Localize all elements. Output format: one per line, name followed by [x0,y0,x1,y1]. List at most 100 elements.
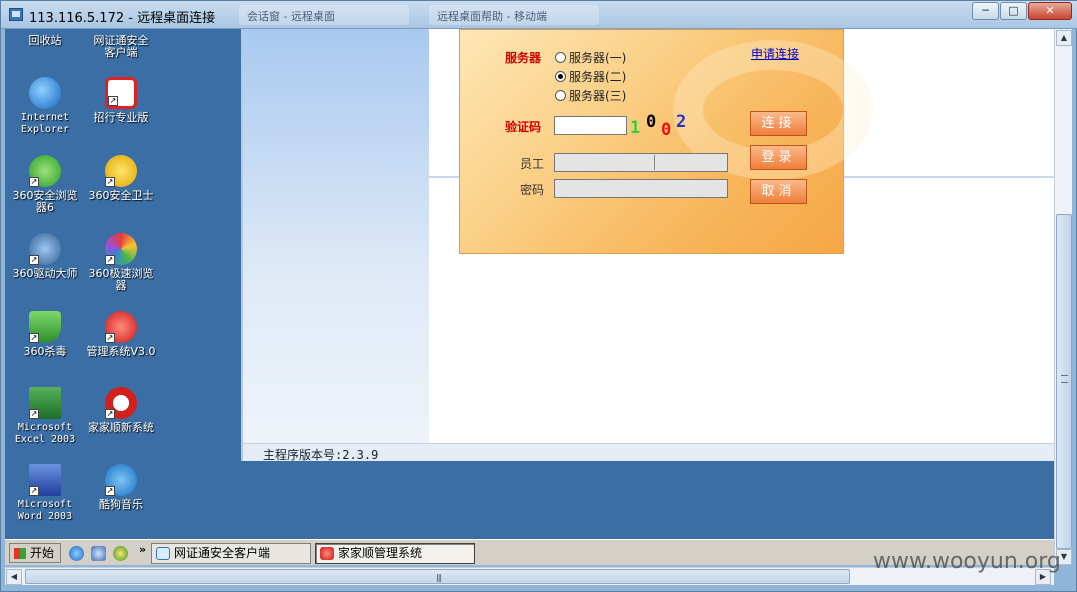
management-system-icon: ↗ [105,311,137,343]
server-label: 服务器 [505,51,542,65]
windows-flag-icon [14,548,26,559]
360-speed-browser-icon: ↗ [105,233,137,265]
password-input[interactable] [554,179,728,198]
close-button[interactable]: ✕ [1028,2,1072,20]
maximize-button[interactable]: □ [1000,2,1027,20]
desktop-icon-360-safe[interactable]: ↗ 360安全卫士 [83,155,159,202]
quicklaunch-ie-icon[interactable] [69,546,84,561]
desktop-icon-label: 360杀毒 [23,345,67,358]
radio-icon [555,90,566,101]
kugou-icon: ↗ [105,464,137,496]
scroll-grip-icon [1061,375,1068,383]
server-option-label: 服务器(二) [569,70,627,84]
apply-connection-link[interactable]: 申请连接 [751,45,799,62]
login-button[interactable]: 登录 [750,145,807,170]
desktop-icon-360-antivirus[interactable]: ↗ 360杀毒 [7,311,83,358]
desktop-icon-label: 360驱动大师 [12,267,78,280]
scroll-grip-icon: ||| [436,573,442,582]
app-left-panel [243,29,429,443]
captcha-label: 验证码 [505,120,542,134]
captcha-digit-2: 0 [646,112,657,132]
captcha-input[interactable] [554,116,627,135]
360-driver-icon: ↗ [29,233,61,265]
desktop-icon-label: 网证通安全客户端 [93,34,149,59]
server-option-2[interactable]: 服务器(二) [555,68,626,85]
360-antivirus-icon: ↗ [29,311,61,343]
desktop-icon-label: 回收站 [28,34,62,47]
desktop-icon-kugou[interactable]: ↗ 酷狗音乐 [83,464,159,511]
cancel-button[interactable]: 取消 [750,179,807,204]
quicklaunch-360-icon[interactable] [113,546,128,561]
server-option-label: 服务器(三) [569,89,627,103]
desktop-icon-label: 招行专业版 [93,111,149,124]
desktop-icon-wzt-client[interactable]: 网证通安全客户端 [83,35,159,59]
desktop-icon-label: 酷狗音乐 [99,498,143,511]
desktop-icon-label: Microsoft Word 2003 [17,499,73,522]
vertical-scroll-thumb[interactable] [1056,214,1072,549]
excel-icon: ↗ [29,387,61,419]
desktop-icon-excel-2003[interactable]: ↗ Microsoft Excel 2003 [7,387,83,446]
vertical-scrollbar[interactable]: ▲ ▼ [1054,29,1072,565]
horizontal-scroll-thumb[interactable]: ||| [25,569,850,584]
desktop-icon-word-2003[interactable]: ↗ Microsoft Word 2003 [7,464,83,523]
version-text: 主程序版本号:2.3.9 [263,448,379,462]
connect-button[interactable]: 连接 [750,111,807,136]
desktop-icon-label: Internet Explorer [20,112,70,135]
desktop-icon-label: Microsoft Excel 2003 [14,422,76,445]
captcha-digit-4: 2 [676,112,687,132]
task-label: 家家顺管理系统 [338,546,423,560]
window-title: 113.116.5.172 - 远程桌面连接 [29,11,216,26]
scroll-up-button[interactable]: ▲ [1056,30,1072,46]
server-option-3[interactable]: 服务器(三) [555,87,626,104]
background-window-tab-1: 会话窗 - 远程桌面 [239,5,409,25]
desktop-icon-360-speed-browser[interactable]: ↗ 360极速浏览器 [83,233,159,292]
status-bar: 主程序版本号:2.3.9 [243,443,1054,462]
desktop-icon-label: 360安全卫士 [88,189,154,202]
remote-desktop-icon [9,8,23,21]
desktop-icon-jiajiashun[interactable]: ↗ 家家顺新系统 [83,387,159,434]
desktop-icon-cmb-pro[interactable]: ↗ 招行专业版 [83,77,159,124]
login-panel: 服务器 服务器(一) 服务器(二) 服务器(三) 申请连接 验证码 1 0 0 … [459,29,873,254]
password-label: 密码 [520,183,545,197]
desktop-icon-label: 360安全浏览器6 [12,189,78,214]
captcha-digit-3: 0 [661,120,672,140]
desktop-icon-internet-explorer[interactable]: Internet Explorer [7,77,83,136]
radio-selected-icon [555,71,566,82]
jiajiashun-icon [320,547,334,560]
internet-explorer-icon [29,77,61,109]
quicklaunch-more-icon[interactable]: » [139,543,146,556]
task-wzt-client[interactable]: 网证通安全客户端 [151,543,311,564]
360-safe-icon: ↗ [105,155,137,187]
watermark: www.wooyun.org [873,549,1061,574]
task-label: 网证通安全客户端 [174,546,271,560]
quicklaunch-desktop-icon[interactable] [91,546,106,561]
jiajiashun-icon: ↗ [105,387,137,419]
desktop-icon-recycle-bin[interactable]: 回收站 [7,35,83,47]
scroll-left-button[interactable]: ◀ [6,569,22,585]
task-jiajiashun[interactable]: 家家顺管理系统 [315,543,475,564]
desktop-icon-management-system[interactable]: ↗ 管理系统V3.0 [83,311,159,358]
server-option-label: 服务器(一) [569,51,627,65]
start-label: 开始 [30,546,55,560]
remote-desktop-window: 113.116.5.172 - 远程桌面连接 会话窗 - 远程桌面 远程桌面帮助… [0,0,1077,592]
title-bar[interactable]: 113.116.5.172 - 远程桌面连接 会话窗 - 远程桌面 远程桌面帮助… [1,1,1077,29]
desktop-icon-label: 管理系统V3.0 [86,345,156,358]
remote-desktop: 回收站 网证通安全客户端 Internet Explorer ↗ 招行专业版 ↗… [5,29,1054,539]
start-button[interactable]: 开始 [9,543,61,563]
desktop-icon-label: 家家顺新系统 [88,421,154,434]
desktop-icon-360-browser[interactable]: ↗ 360安全浏览器6 [7,155,83,214]
minimize-button[interactable]: ─ [972,2,999,20]
wzt-client-icon [156,547,170,560]
server-option-1[interactable]: 服务器(一) [555,49,626,66]
background-window-tab-2: 远程桌面帮助 - 移动端 [429,5,599,25]
desktop-icon-360-driver[interactable]: ↗ 360驱动大师 [7,233,83,280]
word-icon: ↗ [29,464,61,496]
radio-icon [555,52,566,63]
cmb-bank-icon: ↗ [105,77,137,109]
jiajiashun-app-window: 服务器 服务器(一) 服务器(二) 服务器(三) 申请连接 验证码 1 0 0 … [241,29,1054,462]
360-browser-icon: ↗ [29,155,61,187]
employee-label: 员工 [520,157,545,171]
window-controls: ─ □ ✕ [971,2,1072,20]
captcha-digit-1: 1 [630,118,641,138]
employee-input[interactable] [554,153,728,172]
